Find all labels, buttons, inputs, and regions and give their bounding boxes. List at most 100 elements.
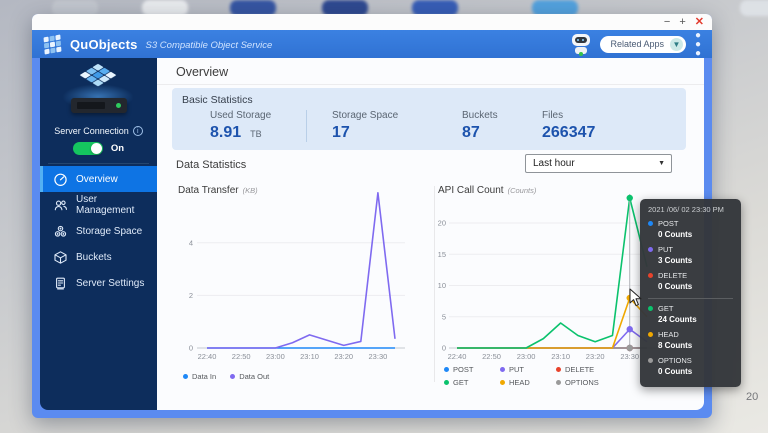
svg-text:5: 5 xyxy=(442,312,446,321)
related-apps-label: Related Apps xyxy=(610,39,664,49)
legend-dot-icon xyxy=(556,380,561,385)
legend-dot-icon xyxy=(230,374,236,379)
related-apps-button[interactable]: Related Apps ▼ xyxy=(600,35,686,53)
svg-text:22:40: 22:40 xyxy=(198,352,217,361)
sidebar-item-server-settings[interactable]: Server Settings xyxy=(40,270,157,296)
data-transfer-chart: 0 2 4 22:40 22:50 23:00 23:10 23:20 23:30 xyxy=(189,192,405,361)
sidebar-item-overview[interactable]: Overview xyxy=(40,166,157,192)
svg-text:22:50: 22:50 xyxy=(482,352,501,361)
api-call-count-legend: POST PUT DELETE GET HEAD OPTIONS xyxy=(444,363,624,389)
options-dot-icon xyxy=(648,358,653,363)
server-connection-toggle[interactable] xyxy=(72,142,103,155)
chart-hover-tooltip: 2021 /06/ 02 23:30 PM POST 0 Counts PUT … xyxy=(640,199,741,387)
sidebar-divider xyxy=(48,163,149,164)
stat-buckets: Buckets 87 xyxy=(462,110,498,141)
more-options-menu-icon[interactable]: ● ● ● xyxy=(694,30,702,58)
desktop-app-icon xyxy=(740,0,768,16)
app-title: QuObjects xyxy=(70,36,138,52)
server-rack-icon xyxy=(56,277,65,290)
svg-text:15: 15 xyxy=(438,250,446,259)
cube-icon xyxy=(54,250,67,264)
nas-device-icon xyxy=(71,98,127,113)
server-connection-label: Server Connection xyxy=(54,126,129,136)
legend-item: Data Out xyxy=(230,370,269,383)
svg-text:23:30: 23:30 xyxy=(620,352,639,361)
app-subtitle: S3 Compatible Object Service xyxy=(145,39,273,51)
data-statistics-title: Data Statistics xyxy=(176,159,247,171)
quobjects-window: − + ✕ QuObjects S3 Compatible Object Ser… xyxy=(32,14,712,418)
stat-used-storage: Used Storage 8.91 TB xyxy=(210,110,272,141)
sidebar-item-user-management[interactable]: User Management xyxy=(40,192,157,218)
server-illustration xyxy=(40,58,157,120)
time-range-select[interactable]: Last hour ▼ xyxy=(525,154,672,173)
basic-statistics-card: Basic Statistics Used Storage 8.91 TB Sto… xyxy=(172,88,686,150)
get-dot-icon xyxy=(648,306,653,311)
svg-text:2: 2 xyxy=(189,291,193,300)
legend-item: DELETE xyxy=(556,363,612,376)
legend-dot-icon xyxy=(444,367,449,372)
data-transfer-legend: Data In Data Out xyxy=(183,370,269,383)
svg-text:23:10: 23:10 xyxy=(300,352,319,361)
users-icon xyxy=(54,200,67,210)
window-titlebar: − + ✕ xyxy=(32,14,712,30)
svg-text:23:00: 23:00 xyxy=(517,352,536,361)
legend-item: POST xyxy=(444,363,500,376)
legend-item: GET xyxy=(444,376,500,389)
head-dot-icon xyxy=(648,332,653,337)
svg-text:4: 4 xyxy=(189,238,193,247)
tooltip-timestamp: 2021 /06/ 02 23:30 PM xyxy=(648,205,724,214)
legend-item: HEAD xyxy=(500,376,556,389)
basic-statistics-title: Basic Statistics xyxy=(182,94,253,106)
close-button[interactable]: ✕ xyxy=(695,16,704,28)
legend-dot-icon xyxy=(556,367,561,372)
gauge-icon xyxy=(54,173,67,186)
svg-text:23:00: 23:00 xyxy=(266,352,285,361)
stat-unit: TB xyxy=(250,129,262,139)
maximize-button[interactable]: + xyxy=(679,16,685,28)
toggle-state-label: On xyxy=(110,143,125,154)
legend-dot-icon xyxy=(500,380,505,385)
assistant-robot-icon[interactable] xyxy=(570,32,592,56)
svg-text:20: 20 xyxy=(438,219,446,228)
disk-group-icon xyxy=(54,225,67,237)
stat-files: Files 266347 xyxy=(542,110,596,141)
page-title: Overview xyxy=(176,65,229,79)
svg-text:23:20: 23:20 xyxy=(586,352,605,361)
svg-text:23:20: 23:20 xyxy=(334,352,353,361)
main-content: Overview Basic Statistics Used Storage 8… xyxy=(157,58,704,410)
svg-text:23:30: 23:30 xyxy=(369,352,388,361)
stat-divider xyxy=(306,110,307,142)
svg-text:10: 10 xyxy=(438,281,446,290)
quobjects-logo-icon xyxy=(43,33,62,55)
post-dot-icon xyxy=(648,221,653,226)
put-dot-icon xyxy=(648,247,653,252)
time-range-value: Last hour xyxy=(533,158,575,169)
svg-text:0: 0 xyxy=(189,344,193,353)
delete-dot-icon xyxy=(648,273,653,278)
legend-dot-icon xyxy=(444,380,449,385)
select-arrow-icon: ▼ xyxy=(658,160,665,167)
sidebar-item-storage-space[interactable]: Storage Space xyxy=(40,218,157,244)
svg-text:22:50: 22:50 xyxy=(232,352,251,361)
legend-item: OPTIONS xyxy=(556,376,612,389)
desktop-corner-text: 20 xyxy=(746,391,759,403)
sidebar-item-buckets[interactable]: Buckets xyxy=(40,244,157,270)
chevron-down-icon: ▼ xyxy=(670,37,683,51)
title-divider xyxy=(157,84,704,85)
stat-storage-space: Storage Space 17 xyxy=(332,110,399,141)
legend-item: Data In xyxy=(183,370,216,383)
charts-divider xyxy=(434,186,435,382)
tooltip-divider xyxy=(648,298,733,299)
svg-text:23:10: 23:10 xyxy=(551,352,570,361)
svg-text:0: 0 xyxy=(442,344,446,353)
mouse-cursor xyxy=(629,288,642,307)
legend-dot-icon xyxy=(183,374,188,379)
legend-dot-icon xyxy=(500,367,505,372)
sidebar-menu: Overview User Management Storage Space B… xyxy=(40,166,157,296)
legend-item: PUT xyxy=(500,363,556,376)
sidebar: Server Connection i On Overview User Man… xyxy=(40,58,157,410)
svg-text:22:40: 22:40 xyxy=(448,352,467,361)
api-call-count-chart: 0 5 10 15 20 22:40 22:50 23:00 23:10 23:20 23:30 xyxy=(438,194,663,361)
minimize-button[interactable]: − xyxy=(664,16,670,28)
info-icon[interactable]: i xyxy=(132,126,143,136)
